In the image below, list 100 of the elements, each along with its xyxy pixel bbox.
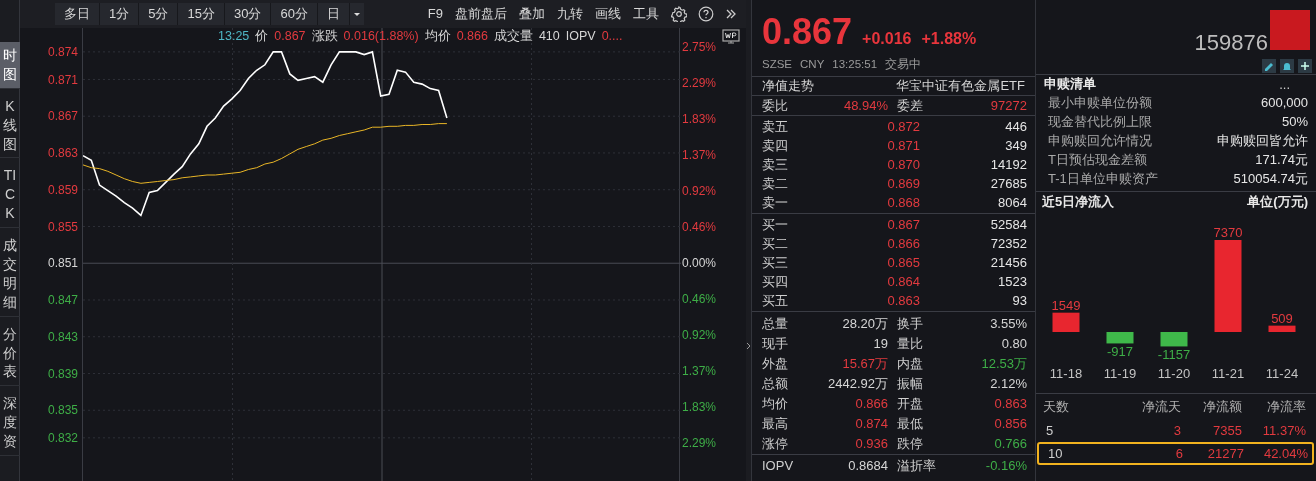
period-button[interactable]: 日 bbox=[317, 3, 350, 25]
wp-icon[interactable] bbox=[722, 29, 740, 45]
field-label: 最低 bbox=[896, 415, 924, 434]
side-tab[interactable]: 分价表 bbox=[0, 320, 20, 387]
price-axis-label: 0.835 bbox=[47, 403, 78, 418]
expand-icon[interactable] bbox=[724, 7, 738, 21]
field-label: IOPV bbox=[762, 456, 795, 475]
field-value: 0.856 bbox=[993, 415, 1027, 434]
period-button[interactable]: 15分 bbox=[178, 3, 225, 25]
logo-block bbox=[1270, 10, 1310, 50]
bid-volume: 21456 bbox=[989, 254, 1027, 272]
field-value: 0.766 bbox=[993, 435, 1027, 454]
period-button[interactable]: 60分 bbox=[271, 3, 318, 25]
field-label: 涨停 bbox=[762, 435, 789, 454]
ask-volume: 27685 bbox=[989, 175, 1027, 193]
percent-axis-label: 2.29% bbox=[682, 75, 717, 92]
percent-axis-label: 2.29% bbox=[682, 435, 717, 452]
help-icon[interactable] bbox=[698, 6, 714, 22]
more-button[interactable]: ... bbox=[1279, 77, 1290, 91]
price-axis-label: 0.839 bbox=[47, 366, 78, 381]
field-value: 19 bbox=[872, 335, 888, 354]
percent-axis-label: 0.46% bbox=[682, 291, 717, 308]
toolbar-button[interactable]: 画线 bbox=[590, 3, 626, 25]
collapse-handle-icon[interactable] bbox=[746, 341, 751, 350]
settings-icon[interactable] bbox=[671, 6, 687, 22]
toolbar-button[interactable]: 叠加 bbox=[514, 3, 550, 25]
currency-label: CNY bbox=[800, 57, 825, 72]
exchange-label: SZSE bbox=[762, 57, 793, 72]
field-value: 0.936 bbox=[854, 435, 888, 454]
side-tab[interactable]: TICK bbox=[0, 162, 20, 229]
date-label: 11-19 bbox=[1103, 366, 1137, 381]
field-value: 2442.92万 bbox=[827, 375, 888, 394]
bid-volume: 72352 bbox=[989, 235, 1027, 253]
column-header: 净流天 bbox=[1141, 397, 1181, 416]
field-label: 最高 bbox=[762, 415, 789, 434]
info-value: 0.... bbox=[601, 28, 623, 46]
nav-trend-link[interactable]: 净值走势 bbox=[762, 76, 814, 96]
field-value: 2.12% bbox=[989, 375, 1027, 394]
field-value: -0.16% bbox=[984, 456, 1027, 475]
field-label: 现金替代比例上限 bbox=[1048, 112, 1152, 131]
table-cell-text: 11.37% bbox=[1261, 421, 1306, 440]
info-value: 410 bbox=[538, 28, 560, 46]
field-label: T-1日单位申赎资产 bbox=[1048, 169, 1158, 188]
period-button[interactable]: 1分 bbox=[100, 3, 140, 25]
bid-volume: 52584 bbox=[989, 216, 1027, 234]
side-tab[interactable]: 时图 bbox=[0, 42, 20, 89]
fund-code: 159876 bbox=[1194, 29, 1268, 57]
table-cell-text: 3 bbox=[1172, 421, 1181, 440]
price-axis-label: 0.843 bbox=[47, 329, 78, 344]
toolbar-button[interactable]: 九转 bbox=[552, 3, 588, 25]
field-label: 溢折率 bbox=[896, 456, 937, 475]
percent-axis-label: 1.83% bbox=[682, 399, 717, 416]
toolbar-button[interactable]: 工具 bbox=[628, 3, 664, 25]
bar bbox=[1160, 332, 1188, 347]
info-label: IOPV bbox=[565, 28, 596, 46]
bar bbox=[1052, 312, 1080, 332]
table-cell-text: 10 bbox=[1047, 445, 1064, 463]
info-value: 0.866 bbox=[456, 28, 488, 46]
bid-price: 0.863 bbox=[886, 292, 920, 310]
ask-price: 0.872 bbox=[886, 118, 920, 136]
side-tab[interactable]: 深度资 bbox=[0, 390, 20, 457]
field-label: T日预估现金差额 bbox=[1048, 150, 1147, 169]
ask-level-label: 卖五 bbox=[762, 118, 789, 136]
price-axis-label: 0.847 bbox=[47, 293, 78, 307]
period-button[interactable]: 30分 bbox=[224, 3, 272, 25]
field-value: 3.55% bbox=[989, 315, 1027, 334]
field-value: 0.874 bbox=[854, 415, 888, 434]
field-value: 0.863 bbox=[993, 395, 1027, 414]
percent-change: +1.88% bbox=[921, 29, 977, 49]
bid-level-label: 买三 bbox=[762, 254, 789, 272]
price-axis-label: 0.859 bbox=[47, 182, 78, 197]
ask-level-label: 卖二 bbox=[762, 175, 789, 193]
date-label: 11-20 bbox=[1157, 366, 1191, 381]
bar bbox=[1268, 325, 1296, 332]
field-value: 申购赎回皆允许 bbox=[1217, 131, 1308, 150]
field-label: 振幅 bbox=[896, 375, 924, 394]
price-axis-label: 0.867 bbox=[47, 109, 78, 124]
toolbar-button[interactable]: F9 bbox=[422, 3, 448, 25]
field-label: 跌停 bbox=[896, 435, 924, 454]
info-label: 成交量 bbox=[493, 28, 533, 46]
table-cell-text: 42.04% bbox=[1262, 445, 1308, 463]
bid-level-label: 买五 bbox=[762, 292, 789, 310]
field-label: 开盘 bbox=[896, 395, 924, 414]
info-value: 0.867 bbox=[274, 28, 306, 46]
add-icon[interactable] bbox=[1298, 59, 1312, 73]
bid-volume: 93 bbox=[1011, 292, 1027, 310]
side-tab[interactable]: K线图 bbox=[0, 92, 20, 159]
side-tab[interactable]: 成交明细 bbox=[0, 232, 20, 317]
ask-level-label: 卖一 bbox=[762, 194, 789, 212]
bar-value-label: 1549 bbox=[1051, 297, 1081, 313]
table-cell-text: 5 bbox=[1045, 421, 1055, 440]
toolbar-button[interactable]: 盘前盘后 bbox=[450, 3, 512, 25]
period-button[interactable]: 5分 bbox=[139, 3, 179, 25]
percent-axis-label: 1.37% bbox=[682, 363, 717, 380]
price-axis-label: 0.874 bbox=[47, 44, 78, 59]
bell-icon[interactable] bbox=[1280, 59, 1294, 73]
edit-icon[interactable] bbox=[1262, 59, 1276, 73]
quote-time: 13:25:51 bbox=[832, 57, 878, 72]
period-button[interactable]: 多日 bbox=[55, 3, 100, 25]
field-label: 委差 bbox=[896, 97, 924, 115]
